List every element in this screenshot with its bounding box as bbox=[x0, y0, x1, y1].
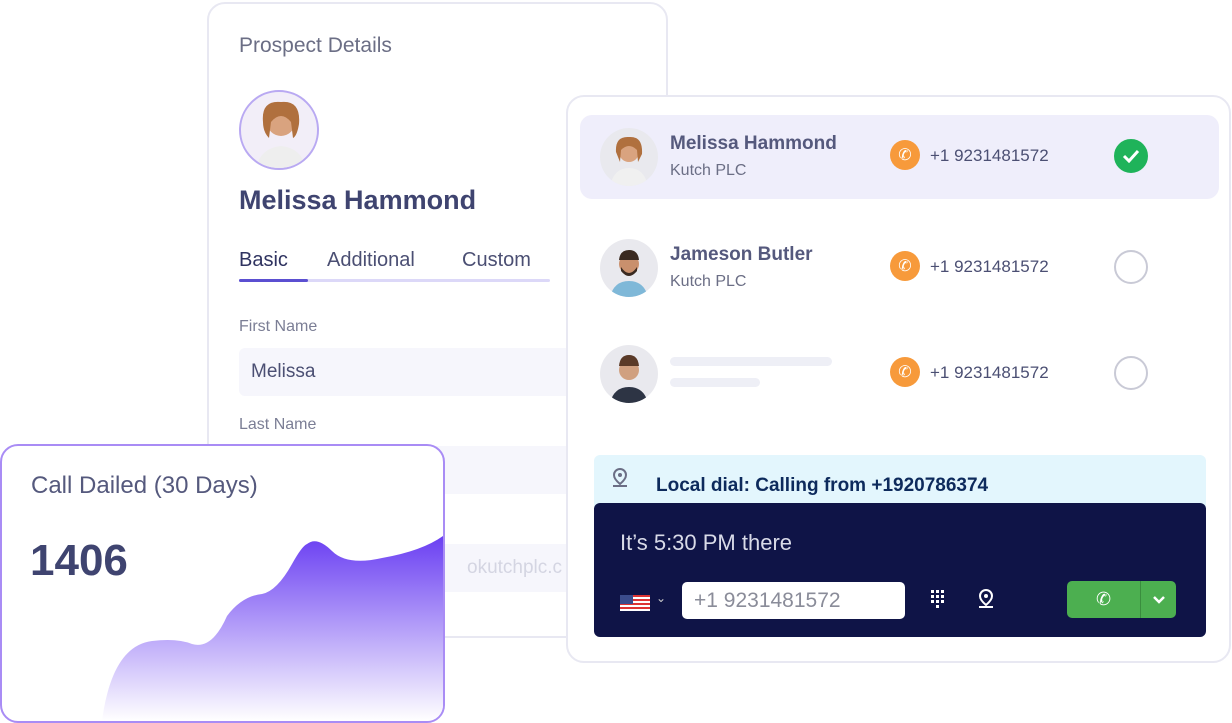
location-pin-icon[interactable] bbox=[976, 588, 996, 615]
tab-additional[interactable]: Additional bbox=[327, 249, 415, 272]
local-dial-text: Local dial: Calling from +1920786374 bbox=[656, 475, 989, 496]
first-name-label: First Name bbox=[239, 318, 318, 335]
phone-icon[interactable]: ✆ bbox=[890, 357, 920, 387]
dialpad-icon[interactable] bbox=[930, 589, 946, 614]
chevron-down-icon[interactable]: ⌄ bbox=[656, 591, 666, 605]
avatar bbox=[239, 90, 319, 170]
select-radio[interactable] bbox=[1114, 250, 1148, 284]
phone-icon[interactable]: ✆ bbox=[890, 251, 920, 281]
avatar bbox=[600, 128, 658, 186]
card-title: Prospect Details bbox=[239, 34, 392, 57]
calls-area-graphic bbox=[102, 536, 443, 721]
phone-number-input[interactable]: +1 9231481572 bbox=[682, 582, 905, 619]
contact-name: Jameson Butler bbox=[670, 244, 813, 265]
prospect-name: Melissa Hammond bbox=[239, 185, 477, 215]
contact-row[interactable]: Melissa Hammond Kutch PLC ✆ +1 923148157… bbox=[580, 115, 1219, 199]
local-dial-banner: Local dial: Calling from +1920786374 bbox=[594, 455, 1206, 507]
active-tab-indicator bbox=[239, 279, 308, 282]
dialer-card: Melissa Hammond Kutch PLC ✆ +1 923148157… bbox=[566, 95, 1231, 663]
last-name-label: Last Name bbox=[239, 416, 317, 433]
contact-name: Melissa Hammond bbox=[670, 133, 837, 154]
contact-phone: +1 9231481572 bbox=[930, 363, 1049, 382]
name-placeholder bbox=[670, 357, 832, 366]
phone-icon[interactable]: ✆ bbox=[890, 140, 920, 170]
tab-basic[interactable]: Basic bbox=[239, 249, 288, 272]
avatar bbox=[600, 345, 658, 403]
tab-custom[interactable]: Custom bbox=[462, 249, 531, 272]
calls-dialed-card: Call Dailed (30 Days) 1406 bbox=[0, 444, 445, 723]
avatar bbox=[600, 239, 658, 297]
call-options-dropdown[interactable] bbox=[1140, 581, 1176, 618]
local-time-text: It’s 5:30 PM there bbox=[620, 530, 793, 555]
dial-panel: It’s 5:30 PM there ⌄ +1 9231481572 ✆ bbox=[594, 503, 1206, 637]
company-placeholder bbox=[670, 378, 760, 387]
checkmark-icon[interactable] bbox=[1114, 139, 1148, 173]
call-button[interactable]: ✆ bbox=[1067, 581, 1140, 618]
contact-phone: +1 9231481572 bbox=[930, 146, 1049, 165]
contact-row[interactable]: Jameson Butler Kutch PLC ✆ +1 9231481572 bbox=[580, 226, 1219, 310]
us-flag-icon[interactable] bbox=[620, 595, 650, 611]
contact-company: Kutch PLC bbox=[670, 273, 747, 290]
select-radio[interactable] bbox=[1114, 356, 1148, 390]
contact-company: Kutch PLC bbox=[670, 162, 747, 179]
location-pin-icon bbox=[610, 467, 630, 494]
contact-phone: +1 9231481572 bbox=[930, 257, 1049, 276]
contact-row[interactable]: ✆ +1 9231481572 bbox=[580, 332, 1219, 416]
